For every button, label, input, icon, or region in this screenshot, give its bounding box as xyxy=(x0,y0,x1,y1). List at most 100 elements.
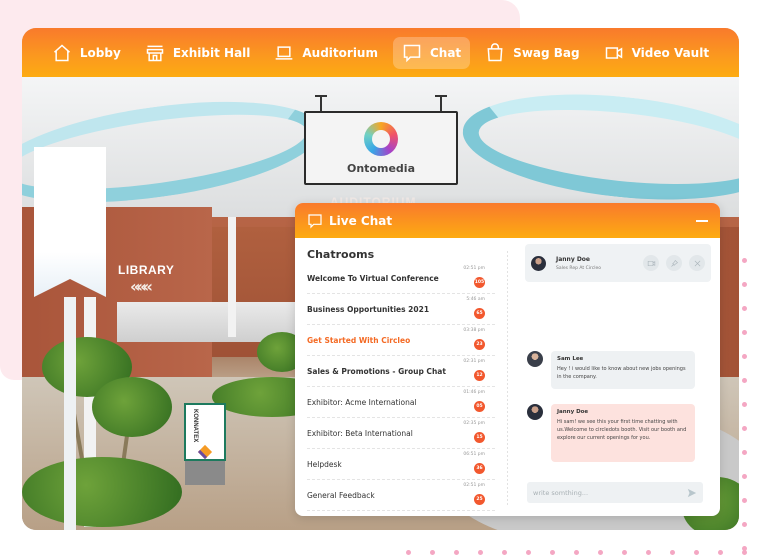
chatroom-name: Exhibitor: Acme International xyxy=(307,398,417,407)
chatroom-time: 02:51 pm xyxy=(463,266,485,271)
chatroom-name: Helpdesk xyxy=(307,460,342,469)
decor-dot xyxy=(742,258,747,263)
nav-auditorium[interactable]: Auditorium xyxy=(265,37,387,69)
avatar xyxy=(531,255,546,271)
hanging-banner xyxy=(34,147,106,297)
nav-swag-bag[interactable]: Swag Bag xyxy=(476,37,588,69)
unread-badge: 12 xyxy=(474,370,485,381)
library-sign[interactable]: LIBRARY xyxy=(118,263,174,277)
chatroom-name: Exhibitor: Beta International xyxy=(307,429,413,438)
chatroom-item[interactable]: Welcome To Virtual Conference 02:51 pm 105 xyxy=(307,263,495,294)
home-icon xyxy=(53,43,70,61)
chatrooms-heading: Chatrooms xyxy=(307,248,375,261)
chatroom-time: 06:51 pm xyxy=(463,452,485,457)
chat-title: Live Chat xyxy=(329,213,393,228)
conversation-panel: Janny Doe Sales Rep At Circleo Sam Lee H… xyxy=(521,238,711,516)
chatroom-time: 02:35 pm xyxy=(463,421,485,426)
decor-dot xyxy=(670,550,675,555)
chatroom-name: Get Started With Circleo xyxy=(307,336,411,345)
palm-tree xyxy=(92,377,172,437)
chat-header: Live Chat xyxy=(295,203,720,238)
storefront-icon xyxy=(146,45,164,61)
chatroom-name: Business Opportunities 2021 xyxy=(307,305,430,314)
chatroom-list: Chatrooms Welcome To Virtual Conference 0… xyxy=(295,238,507,516)
decor-dot xyxy=(742,498,747,503)
avatar xyxy=(527,404,543,420)
decor-dot xyxy=(742,306,747,311)
decor-dot xyxy=(742,330,747,335)
unread-badge: 05 xyxy=(474,401,485,412)
chatroom-time: 5:46 am xyxy=(466,297,485,302)
pin-icon xyxy=(670,259,678,267)
unread-badge: 65 xyxy=(474,308,485,319)
ontomedia-logo-icon xyxy=(364,121,398,156)
panel-divider xyxy=(507,251,508,507)
decor-dot xyxy=(622,550,627,555)
video-camera-icon xyxy=(605,46,622,59)
decor-dot xyxy=(646,550,651,555)
decor-dot xyxy=(742,378,747,383)
chatroom-item[interactable]: General Feedback 02:51 pm 25 xyxy=(307,480,495,511)
close-button[interactable] xyxy=(689,255,705,271)
decorative-dots-bottom xyxy=(400,548,760,556)
message-input[interactable] xyxy=(533,488,673,497)
decor-dot xyxy=(718,550,723,555)
message-sender: Sam Lee xyxy=(557,356,584,362)
nav-label: Swag Bag xyxy=(513,45,580,60)
decor-dot xyxy=(742,354,747,359)
nav-label: Exhibit Hall xyxy=(172,45,251,60)
decor-dot xyxy=(694,550,699,555)
unread-badge: 23 xyxy=(474,339,485,350)
unread-badge: 25 xyxy=(474,494,485,505)
decor-dot xyxy=(502,550,507,555)
page: Lobby Exhibit Hall Auditorium Chat Swag … xyxy=(0,0,760,560)
decor-dot xyxy=(526,550,531,555)
chatroom-item[interactable]: Business Opportunities 2021 5:46 am 65 xyxy=(307,294,495,325)
sponsor-sign[interactable]: Ontomedia xyxy=(304,111,458,185)
decor-dot xyxy=(742,426,747,431)
chatroom-name: Welcome To Virtual Conference xyxy=(307,274,439,283)
decor-dot xyxy=(598,550,603,555)
live-chat-window: Live Chat Chatrooms Welcome To Virtual C… xyxy=(295,203,720,516)
shopping-bag-icon xyxy=(487,42,503,61)
kiosk-base xyxy=(185,461,225,485)
sponsor-name: Ontomedia xyxy=(347,161,415,175)
chatroom-item[interactable]: Helpdesk 06:51 pm 36 xyxy=(307,449,495,480)
chatroom-item[interactable]: Sales & Promotions - Group Chat 02:31 pm 1… xyxy=(307,356,495,387)
chatroom-time: 02:31 pm xyxy=(463,359,485,364)
decor-dot xyxy=(742,402,747,407)
chatroom-name: General Feedback xyxy=(307,491,375,500)
nav-lobby[interactable]: Lobby xyxy=(43,37,130,69)
chat-bubble-icon xyxy=(403,44,421,62)
message-composer xyxy=(527,482,703,503)
chatroom-time: 02:51 pm xyxy=(463,483,485,488)
message-bubble: Sam Lee Hey ! i would like to know about… xyxy=(551,351,695,389)
send-button[interactable] xyxy=(687,483,697,502)
kiosk-brand: KONNATEX xyxy=(192,409,198,443)
message-sender: Janny Doe xyxy=(557,409,589,415)
nav-exhibit-hall[interactable]: Exhibit Hall xyxy=(136,37,260,69)
message-incoming: Sam Lee Hey ! i would like to know about… xyxy=(527,351,695,389)
nav-label: Lobby xyxy=(79,45,121,60)
contact-name: Janny Doe xyxy=(556,255,590,263)
decor-dot xyxy=(742,474,747,479)
chatroom-item[interactable]: Exhibitor: Beta International 02:35 pm 15 xyxy=(307,418,495,449)
chatroom-time: 03:38 pm xyxy=(463,328,485,333)
contact-header: Janny Doe Sales Rep At Circleo xyxy=(525,244,711,282)
chatroom-item[interactable]: Get Started With Circleo 03:38 pm 23 xyxy=(307,325,495,356)
message-text: Hey ! i would like to know about new job… xyxy=(557,366,686,380)
laptop-icon xyxy=(276,45,293,60)
chat-bubble-icon xyxy=(308,213,322,228)
library-arrows-icon[interactable]: ««« xyxy=(130,277,153,296)
chatroom-time: 01:46 pm xyxy=(463,390,485,395)
nav-video-vault[interactable]: Video Vault xyxy=(595,37,718,69)
pin-button[interactable] xyxy=(666,255,682,271)
sign-hanger xyxy=(435,95,447,111)
minimize-button[interactable] xyxy=(696,219,708,222)
video-call-button[interactable] xyxy=(643,255,659,271)
sign-hanger xyxy=(315,95,327,111)
nav-chat[interactable]: Chat xyxy=(392,36,471,69)
chatroom-item[interactable]: Exhibitor: Acme International 01:46 pm 05 xyxy=(307,387,495,418)
banner-pole xyxy=(64,297,76,530)
unread-badge: 15 xyxy=(474,432,485,443)
